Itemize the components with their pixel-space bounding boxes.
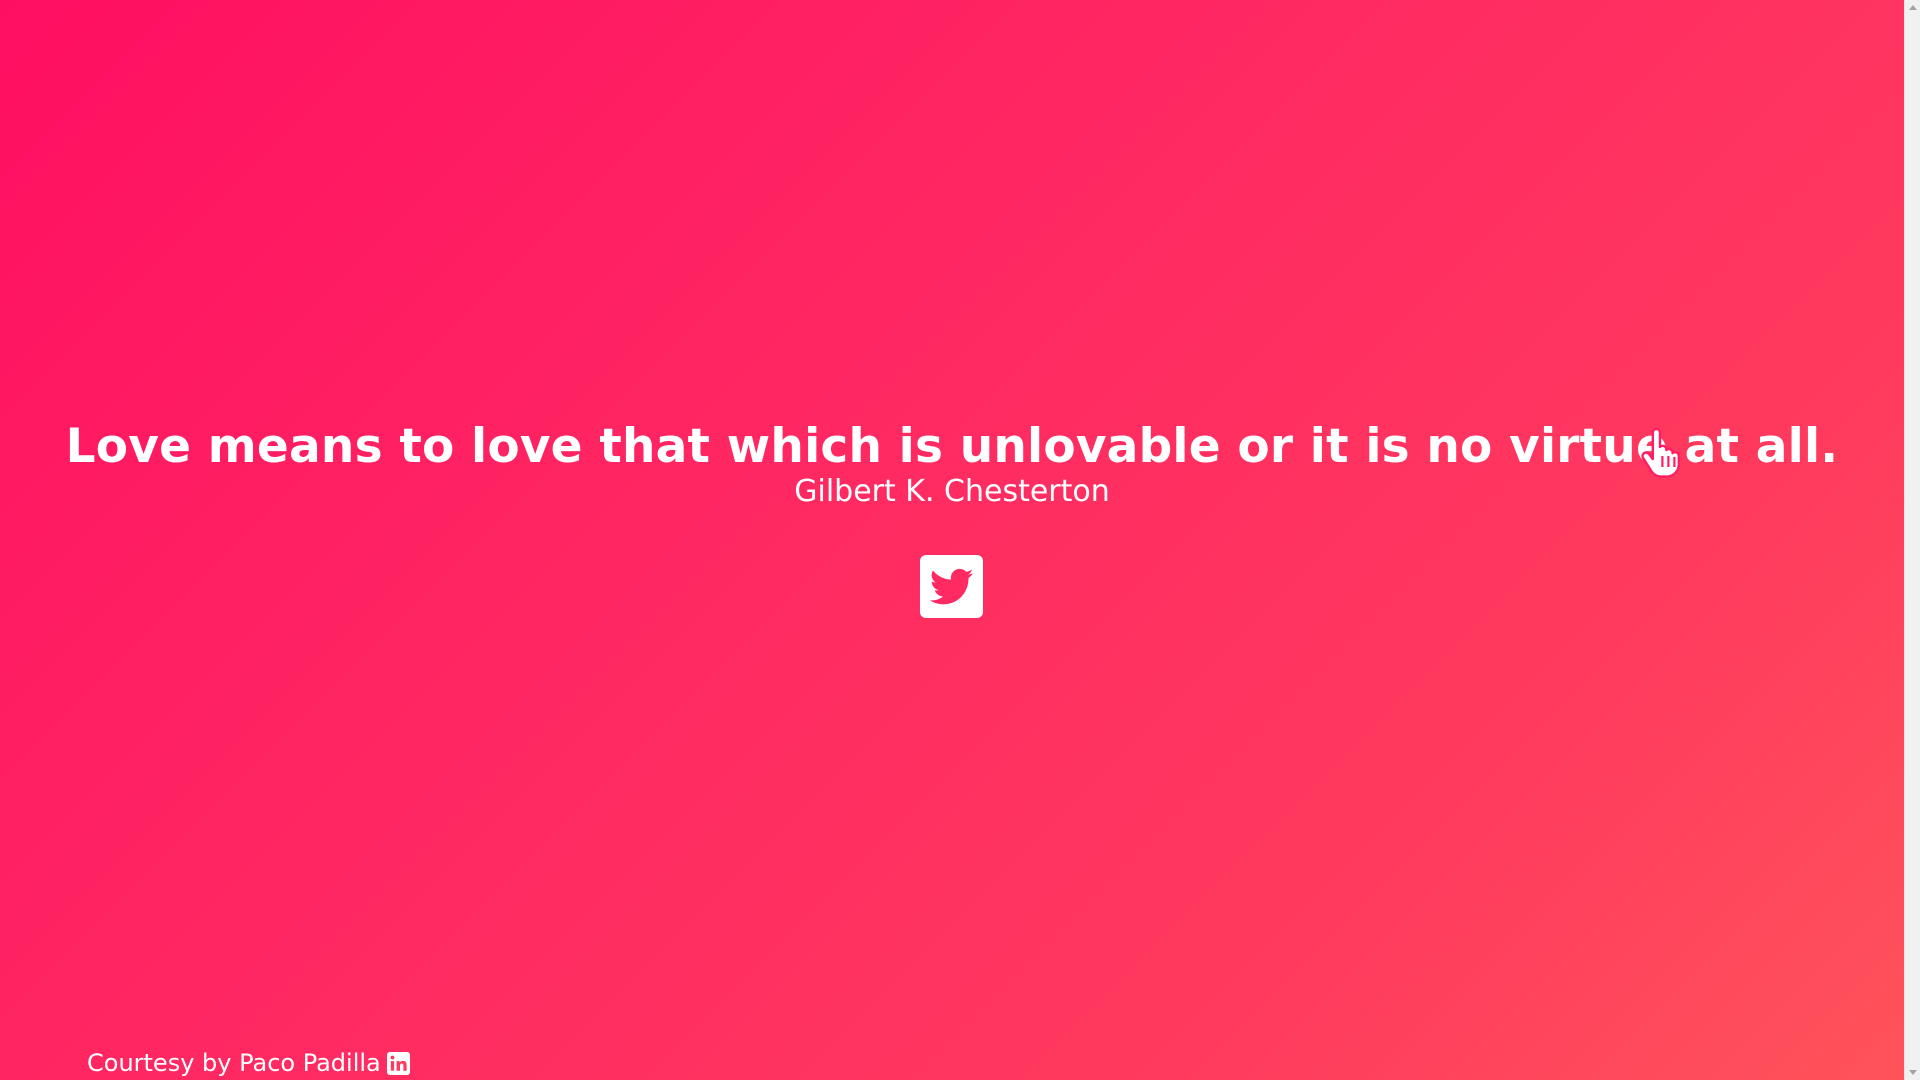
linkedin-icon[interactable] [386,1051,410,1075]
quote-text: Love means to love that which is unlovab… [65,419,1839,474]
scroll-down-arrow-icon[interactable] [1909,1070,1917,1075]
vertical-scrollbar[interactable] [1904,0,1920,1080]
quote-page: Love means to love that which is unlovab… [0,0,1904,1080]
scroll-up-arrow-icon[interactable] [1909,5,1917,10]
hand-pointer-cursor-icon [1641,427,1680,478]
quote-author: Gilbert K. Chesterton [794,474,1110,510]
tweet-quote-button[interactable] [920,555,983,618]
footer-credit: Courtesy by Paco Padilla [87,1046,410,1080]
footer-credit-text: Courtesy by Paco Padilla [87,1049,381,1077]
quote-box: Love means to love that which is unlovab… [0,419,1904,510]
twitter-icon [929,568,973,604]
